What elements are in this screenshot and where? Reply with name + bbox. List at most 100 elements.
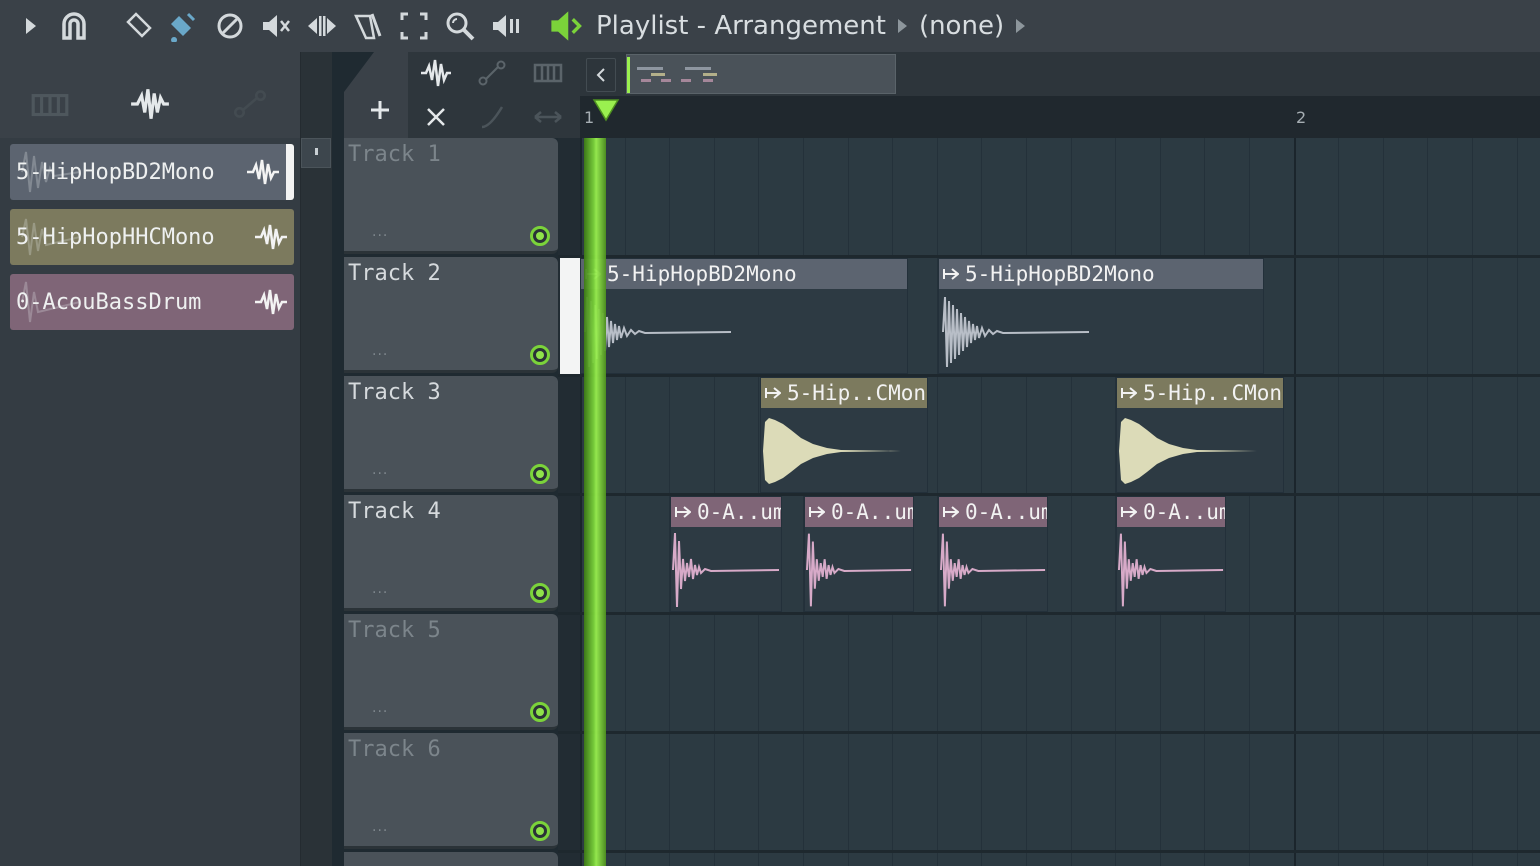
track-options[interactable]: ... xyxy=(372,819,388,835)
playlist-overview[interactable] xyxy=(580,52,1540,96)
clip-menu-icon[interactable] xyxy=(1121,505,1137,519)
clip-label: 5-HipHopBD2Mono xyxy=(965,262,1155,286)
playlist-clip[interactable]: 5-HipHopBD2Mono xyxy=(938,258,1264,374)
piano-roll-icon[interactable] xyxy=(28,82,72,126)
bar-number: 2 xyxy=(1296,108,1307,127)
playhead[interactable] xyxy=(584,138,606,866)
paint-brush-icon[interactable] xyxy=(164,8,200,44)
slice-tool-icon[interactable] xyxy=(350,8,386,44)
clip-label: 5-HipHopBD2Mono xyxy=(607,262,797,286)
clip-type-filter-panel xyxy=(408,52,580,138)
clip-menu-icon[interactable] xyxy=(809,505,825,519)
browser-clip-item[interactable]: 0-AcouBassDrum xyxy=(10,274,294,330)
browser-scrollbar[interactable] xyxy=(300,52,332,866)
breadcrumb-arrow-icon[interactable] xyxy=(1016,19,1026,33)
track-name[interactable]: Track 5 xyxy=(348,618,441,643)
audio-clip-icon[interactable] xyxy=(128,82,172,126)
scrollbar-thumb[interactable] xyxy=(301,138,331,168)
piano-roll-icon[interactable] xyxy=(528,56,568,90)
slip-tool-icon[interactable] xyxy=(304,8,340,44)
playlist-clip[interactable]: 5-Hip..CMono xyxy=(1116,377,1284,493)
browser-clip-item[interactable]: 5-HipHopBD2Mono xyxy=(10,144,294,200)
browser-clip-item[interactable]: 5-HipHopHHCMono xyxy=(10,209,294,265)
track-enable-led-icon[interactable] xyxy=(530,583,550,603)
track-name[interactable]: Track 1 xyxy=(348,142,441,167)
audio-clip-icon[interactable] xyxy=(416,56,456,90)
curve-icon[interactable] xyxy=(472,100,512,134)
track-name[interactable]: Track 3 xyxy=(348,380,441,405)
track-enable-led-icon[interactable] xyxy=(530,821,550,841)
song-position-marker-icon[interactable] xyxy=(592,98,620,122)
track-header[interactable]: Track 6 ... xyxy=(344,733,558,849)
track-enable-led-icon[interactable] xyxy=(530,226,550,246)
track-name[interactable]: Track 4 xyxy=(348,499,441,524)
track-options[interactable]: ... xyxy=(372,700,388,716)
pattern-selector[interactable]: (none) xyxy=(919,11,1004,41)
select-tool-icon[interactable] xyxy=(396,8,432,44)
clip-label: 0-A..um xyxy=(965,500,1047,524)
clip-label: 0-A..um xyxy=(1143,500,1225,524)
clip-label: 0-A..um xyxy=(831,500,913,524)
timeline-ruler[interactable]: 1 2 xyxy=(580,96,1540,138)
magnet-snap-icon[interactable] xyxy=(56,8,92,44)
zoom-tool-icon[interactable] xyxy=(442,8,478,44)
audio-clip-icon xyxy=(255,224,287,250)
browser-clip-label: 0-AcouBassDrum xyxy=(16,289,202,315)
waveform-icon xyxy=(672,532,780,608)
track-options[interactable]: ... xyxy=(372,462,388,478)
track-options[interactable]: ... xyxy=(372,224,388,240)
clip-source-browser: 5-HipHopBD2Mono 5-HipHopHHCMono 0-AcouBa… xyxy=(0,52,300,866)
close-icon[interactable] xyxy=(416,100,456,134)
speaker-icon[interactable] xyxy=(548,8,584,44)
waveform-icon xyxy=(763,418,901,484)
track-name[interactable]: Track 6 xyxy=(348,737,441,762)
playlist-clip[interactable]: 0-A..um xyxy=(1116,496,1226,612)
mute-tool-icon[interactable] xyxy=(258,8,294,44)
options-arrow-icon[interactable] xyxy=(12,8,48,44)
add-icon[interactable] xyxy=(366,96,394,124)
track-header[interactable]: Track 5 ... xyxy=(344,614,558,730)
playlist-grid[interactable]: 5-HipHopBD2Mono 5-HipHopBD2Mono 5-Hip..C… xyxy=(558,138,1540,866)
browser-clip-label: 5-HipHopBD2Mono xyxy=(16,159,215,185)
track-header-toolbar xyxy=(344,52,580,138)
clip-label: 5-Hip..CMono xyxy=(787,381,927,405)
waveform-icon xyxy=(942,296,1090,368)
track-header[interactable]: Track 3 ... xyxy=(344,376,558,492)
clip-menu-icon[interactable] xyxy=(1121,386,1137,400)
automation-icon[interactable] xyxy=(472,56,512,90)
playback-tool-icon[interactable] xyxy=(488,8,524,44)
playlist-toolbar: Playlist - Arrangement (none) xyxy=(0,0,1540,52)
waveform-icon xyxy=(1117,533,1224,607)
playlist-clip[interactable]: 5-Hip..CMono xyxy=(760,377,928,493)
clip-menu-icon[interactable] xyxy=(675,505,691,519)
clip-menu-icon[interactable] xyxy=(943,267,959,281)
track-header[interactable] xyxy=(344,852,558,866)
track-name[interactable]: Track 2 xyxy=(348,261,441,286)
scroll-left-button[interactable] xyxy=(586,58,616,92)
playlist-clip[interactable]: 5-HipHopBD2Mono xyxy=(580,258,908,374)
playlist-clip[interactable]: 0-A..um xyxy=(670,496,782,612)
playlist-clip[interactable]: 0-A..um xyxy=(938,496,1048,612)
track-options[interactable]: ... xyxy=(372,343,388,359)
audio-clip-icon xyxy=(255,289,287,315)
overview-view-window[interactable] xyxy=(626,54,896,94)
automation-icon[interactable] xyxy=(228,82,272,126)
playlist-title-area: Playlist - Arrangement (none) xyxy=(548,6,1026,46)
selected-region-marker xyxy=(560,258,580,374)
clip-menu-icon[interactable] xyxy=(943,505,959,519)
delete-tool-icon[interactable] xyxy=(212,8,248,44)
playlist-clip[interactable]: 0-A..um xyxy=(804,496,914,612)
stretch-icon[interactable] xyxy=(528,100,568,134)
track-header[interactable]: Track 4 ... xyxy=(344,495,558,611)
track-header[interactable]: Track 1 ... xyxy=(344,138,558,254)
track-edge-strip xyxy=(558,138,580,866)
track-options[interactable]: ... xyxy=(372,581,388,597)
track-enable-led-icon[interactable] xyxy=(530,345,550,365)
draw-pencil-icon[interactable] xyxy=(120,8,156,44)
waveform-icon xyxy=(1119,418,1257,484)
waveform-icon xyxy=(805,533,912,607)
clip-menu-icon[interactable] xyxy=(765,386,781,400)
track-enable-led-icon[interactable] xyxy=(530,464,550,484)
track-enable-led-icon[interactable] xyxy=(530,702,550,722)
track-header[interactable]: Track 2 ... xyxy=(344,257,558,373)
